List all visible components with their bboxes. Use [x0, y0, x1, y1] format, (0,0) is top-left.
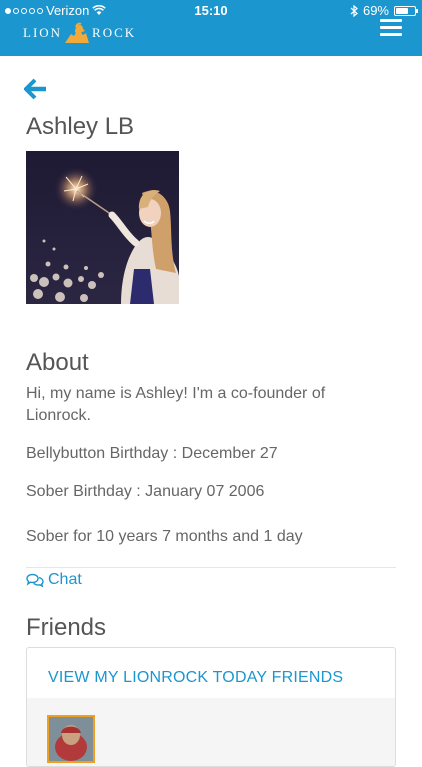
about-bio: Hi, my name is Ashley! I'm a co-founder …	[26, 385, 326, 424]
friend-avatar[interactable]	[47, 715, 95, 763]
chat-bubbles-icon	[26, 573, 44, 587]
chat-label: Chat	[48, 571, 82, 588]
battery-icon	[394, 5, 418, 16]
friend-avatar-image	[49, 717, 93, 761]
divider	[26, 567, 396, 568]
view-friends-link[interactable]: VIEW MY LIONROCK TODAY FRIENDS	[48, 669, 343, 687]
profile-name: Ashley LB	[26, 113, 135, 140]
sober-birthday: Sober Birthday : January 07 2006	[26, 483, 265, 500]
friends-card: VIEW MY LIONROCK TODAY FRIENDS	[26, 647, 396, 767]
logo-text-left: LION	[23, 25, 63, 40]
battery-level	[396, 7, 408, 14]
status-bar: Verizon 15:10 69%	[0, 0, 422, 20]
friends-heading: Friends	[26, 614, 107, 641]
sober-duration: Sober for 10 years 7 months and 1 day	[26, 528, 303, 545]
friends-list	[27, 698, 395, 766]
app-header: Verizon 15:10 69% LION ROCK	[0, 0, 422, 56]
hamburger-menu-icon	[380, 19, 402, 22]
profile-photo-image	[26, 151, 179, 304]
arrow-left-icon	[23, 78, 46, 100]
profile-photo	[26, 151, 179, 304]
bluetooth-icon	[350, 4, 358, 17]
bellybutton-birthday: Bellybutton Birthday : December 27	[26, 445, 278, 462]
back-button[interactable]	[23, 78, 50, 102]
menu-button[interactable]	[380, 18, 402, 38]
lion-rock-icon	[65, 22, 90, 43]
about-heading: About	[26, 349, 89, 376]
status-right: 69%	[350, 3, 418, 18]
lionrock-logo: LION ROCK	[23, 22, 136, 44]
chat-link[interactable]: Chat	[26, 571, 82, 589]
battery-percent: 69%	[362, 3, 389, 18]
logo-text-right: ROCK	[92, 25, 137, 40]
